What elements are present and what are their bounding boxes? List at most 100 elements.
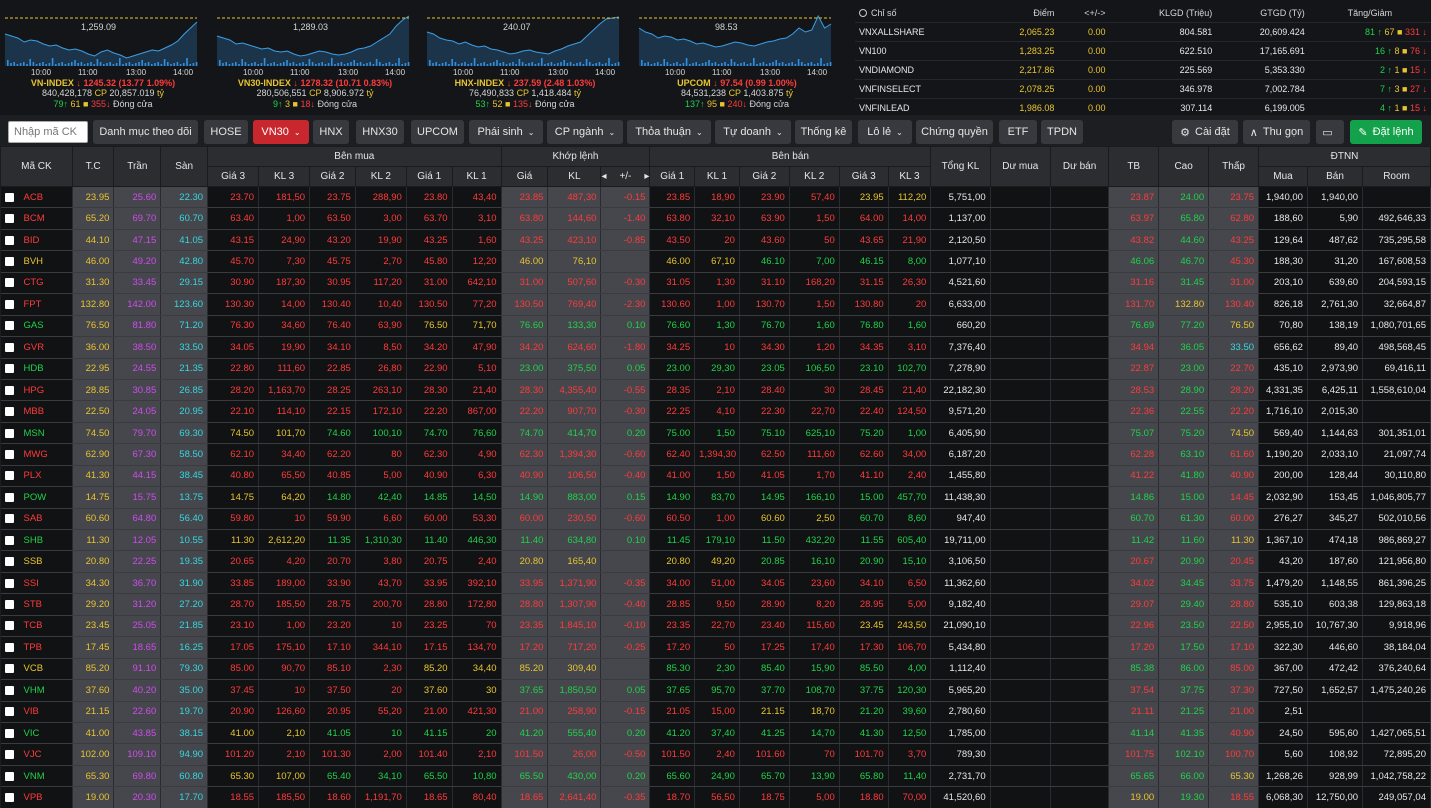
tab-upcom[interactable]: UPCOM	[411, 120, 464, 144]
tab-hnx30[interactable]: HNX30	[356, 120, 404, 144]
col-ref[interactable]: T.C	[71, 146, 115, 187]
col-bid-remaining[interactable]: Dư mua	[989, 146, 1051, 187]
stock-symbol[interactable]: BID	[0, 229, 73, 252]
row-checkbox[interactable]	[4, 707, 14, 717]
collapse-button[interactable]: ∧ Thu gọn	[1243, 120, 1310, 144]
row-checkbox[interactable]	[4, 192, 14, 202]
table-row[interactable]: CTG 31.30 33.45 29.15 30.90 187,30 30.95 117,20…	[0, 272, 1431, 295]
row-checkbox[interactable]	[4, 278, 14, 288]
stock-symbol[interactable]: GVR	[0, 336, 73, 359]
table-row[interactable]: PLX 41.30 44.15 38.45 40.80 65,50 40.85 5,00 40.…	[0, 465, 1431, 488]
row-checkbox[interactable]	[4, 471, 14, 481]
table-row[interactable]: BID 44.10 47.15 41.05 43.15 24,90 43.20 19,90 43…	[0, 229, 1431, 252]
row-checkbox[interactable]	[4, 600, 14, 610]
search-input[interactable]	[8, 121, 88, 143]
table-row[interactable]: FPT 132.80 142.00 123.60 130.30 14,00 130.40 10…	[0, 293, 1431, 316]
mini-chart-vn30-index[interactable]: 1,289.03 10:00 11:00 13:00 14:00 VN30-IN…	[215, 6, 415, 114]
stock-symbol[interactable]: VHM	[0, 679, 73, 702]
row-checkbox[interactable]	[4, 407, 14, 417]
screen-button[interactable]: ▭	[1316, 120, 1344, 144]
stock-symbol[interactable]: BCM	[0, 207, 73, 230]
row-checkbox[interactable]	[4, 214, 14, 224]
stock-symbol[interactable]: MBB	[0, 400, 73, 423]
col-average[interactable]: TB	[1108, 146, 1160, 187]
row-checkbox[interactable]	[4, 428, 14, 438]
place-order-button[interactable]: ✎ Đặt lệnh	[1350, 120, 1422, 144]
tab-watchlist[interactable]: Danh mục theo dõi	[93, 120, 198, 144]
mini-chart-hnx-index[interactable]: 240.07 10:00 11:00 13:00 14:00 HNX-INDEX…	[425, 6, 625, 114]
stock-symbol[interactable]: ACB	[0, 186, 73, 209]
table-row[interactable]: MWG 62.90 67.30 58.50 62.10 34,40 62.20 80 62.30…	[0, 443, 1431, 466]
stock-symbol[interactable]: VIB	[0, 701, 73, 723]
stock-symbol[interactable]: HDB	[0, 358, 73, 380]
table-row[interactable]: SHB 11.30 12.05 10.55 11.30 2,612,20 11.35 1,31…	[0, 529, 1431, 552]
table-row[interactable]: SAB 60.60 64.80 56.40 59.80 10 59.90 6,60 60.00 5…	[0, 508, 1431, 531]
row-checkbox[interactable]	[4, 364, 14, 374]
tab-statistics[interactable]: Thống kê	[795, 120, 852, 144]
tab-warrants[interactable]: Chứng quyền	[916, 120, 993, 144]
stock-symbol[interactable]: HPG	[0, 379, 73, 402]
stock-symbol[interactable]: VIC	[0, 722, 73, 745]
row-checkbox[interactable]	[4, 621, 14, 631]
chevron-left-icon[interactable]: ◂	[601, 171, 606, 182]
mini-chart-vn-index[interactable]: 1,259.09 10:00 11:00 13:00 14:00 VN-INDE…	[3, 6, 203, 114]
stock-symbol[interactable]: PLX	[0, 465, 73, 488]
index-row[interactable]: VNDIAMOND 2,217.86 0.00 225.569 5,353.33…	[855, 59, 1431, 79]
stock-symbol[interactable]: VNM	[0, 765, 73, 788]
tab-negotiated[interactable]: Thỏa thuận ⌄	[627, 120, 711, 144]
table-row[interactable]: STB 29.20 31.20 27.20 28.70 185,50 28.75 200,70…	[0, 593, 1431, 616]
row-checkbox[interactable]	[4, 792, 14, 802]
table-row[interactable]: TPB 17.45 18.65 16.25 17.05 175,10 17.10 344,10…	[0, 636, 1431, 659]
row-checkbox[interactable]	[4, 299, 14, 309]
col-match-change[interactable]: ◂ +/- ▸	[600, 166, 651, 187]
row-checkbox[interactable]	[4, 750, 14, 760]
table-row[interactable]: VIB 21.15 22.60 19.70 20.90 126,60 20.95 55,20 2…	[0, 701, 1431, 723]
tab-proprietary[interactable]: Tự doanh ⌄	[715, 120, 791, 144]
mini-chart-upcom[interactable]: 98.53 10:00 11:00 13:00 14:00 UPCOM ↓ 97…	[637, 6, 837, 114]
row-checkbox[interactable]	[4, 385, 14, 395]
stock-symbol[interactable]: STB	[0, 593, 73, 616]
row-checkbox[interactable]	[4, 728, 14, 738]
stock-symbol[interactable]: SAB	[0, 508, 73, 531]
col-ask-remaining[interactable]: Dư bán	[1049, 146, 1110, 187]
row-checkbox[interactable]	[4, 492, 14, 502]
table-row[interactable]: VIC 41.00 43.85 38.15 41.00 2,10 41.05 10 41.15 2…	[0, 722, 1431, 745]
stock-symbol[interactable]: TCB	[0, 615, 73, 638]
col-symbol[interactable]: Mã CK	[0, 146, 73, 187]
table-row[interactable]: BVH 46.00 49.20 42.80 45.70 7,30 45.75 2,70 45.8…	[0, 250, 1431, 273]
row-checkbox[interactable]	[4, 664, 14, 674]
stock-symbol[interactable]: VCB	[0, 658, 73, 681]
table-row[interactable]: VPB 19.00 20.30 17.70 18.55 185,50 18.60 1,191,…	[0, 786, 1431, 808]
tab-derivatives[interactable]: Phái sinh ⌄	[469, 120, 543, 144]
col-ceiling[interactable]: Trần	[113, 146, 162, 187]
table-row[interactable]: SSB 20.80 22.25 19.35 20.65 4,20 20.70 3,80 20.7…	[0, 550, 1431, 573]
stock-symbol[interactable]: MSN	[0, 422, 73, 445]
stock-symbol[interactable]: TPB	[0, 636, 73, 659]
stock-symbol[interactable]: MWG	[0, 443, 73, 466]
table-row[interactable]: HDB 22.95 24.55 21.35 22.80 111,60 22.85 26,80 2…	[0, 358, 1431, 380]
table-row[interactable]: VCB 85.20 91.10 79.30 85.00 90,70 85.10 2,30 85.…	[0, 658, 1431, 681]
stock-symbol[interactable]: VJC	[0, 743, 73, 766]
tab-vn30[interactable]: VN30 ⌄	[253, 120, 309, 144]
stock-symbol[interactable]: GAS	[0, 315, 73, 338]
stock-symbol[interactable]: BVH	[0, 250, 73, 273]
row-checkbox[interactable]	[4, 578, 14, 588]
table-row[interactable]: VNM 65.30 69.80 60.80 65.30 107,00 65.40 34,10 6…	[0, 765, 1431, 788]
row-checkbox[interactable]	[4, 557, 14, 567]
table-row[interactable]: ACB 23.95 25.60 22.30 23.70 181,50 23.75 288,90…	[0, 186, 1431, 209]
row-checkbox[interactable]	[4, 514, 14, 524]
table-row[interactable]: VHM 37.60 40.20 35.00 37.45 10 37.50 20 37.60 30 3…	[0, 679, 1431, 702]
col-floor[interactable]: Sàn	[160, 146, 209, 187]
row-checkbox[interactable]	[4, 449, 14, 459]
row-checkbox[interactable]	[4, 642, 14, 652]
stock-symbol[interactable]: POW	[0, 486, 73, 509]
table-row[interactable]: MSN 74.50 79.70 69.30 74.50 101,70 74.60 100,10…	[0, 422, 1431, 445]
stock-symbol[interactable]: SHB	[0, 529, 73, 552]
row-checkbox[interactable]	[4, 771, 14, 781]
row-checkbox[interactable]	[4, 235, 14, 245]
tab-hose[interactable]: HOSE	[204, 120, 248, 144]
index-row[interactable]: VNFINLEAD 1,986.08 0.00 307.114 6,199.00…	[855, 97, 1431, 117]
stock-symbol[interactable]: FPT	[0, 293, 73, 316]
col-high[interactable]: Cao	[1158, 146, 1210, 187]
tab-bonds[interactable]: TPDN	[1041, 120, 1083, 144]
